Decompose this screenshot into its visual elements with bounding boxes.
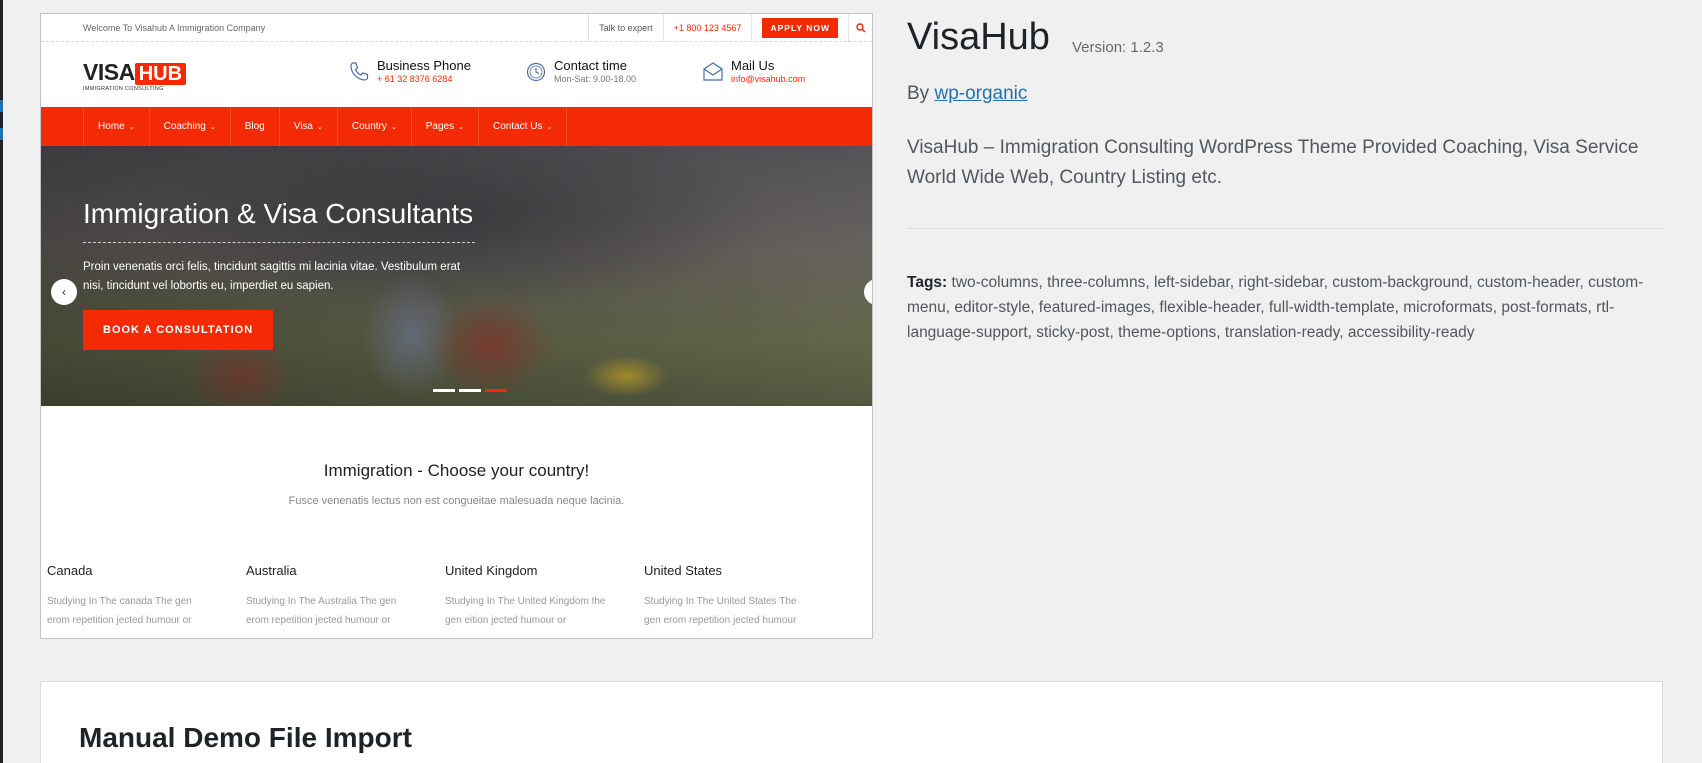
choose-country-section: Immigration - Choose your country! Fusce…: [41, 461, 872, 507]
theme-description: VisaHub – Immigration Consulting WordPre…: [907, 137, 1639, 188]
chevron-down-icon: ⌄: [458, 123, 464, 131]
nav-item-country: Country ⌄: [338, 107, 412, 146]
hero-slider: Immigration & Visa Consultants Proin ven…: [41, 146, 872, 406]
book-consultation-button: BOOK A CONSULTATION: [83, 310, 274, 350]
topbar-phone: +1 800 123 4567: [662, 14, 753, 42]
search-icon: [848, 14, 872, 42]
demo-import-title: Manual Demo File Import: [79, 722, 412, 753]
nav-item-visa: Visa ⌄: [280, 107, 338, 146]
divider: [907, 228, 1663, 229]
preview-topbar: Welcome To Visahub A Immigration Company…: [41, 14, 872, 42]
nav-item-home: Home ⌄: [83, 107, 150, 146]
choose-subheading: Fusce venenatis lectus non est congueita…: [288, 495, 625, 507]
chevron-down-icon: ⌄: [390, 123, 397, 131]
mail-icon: [701, 60, 727, 86]
country-card-canada: Canada Studying In The canada The gen er…: [47, 563, 192, 626]
business-phone-block: Business Phone + 61 32 8376 6284: [347, 58, 471, 86]
chevron-down-icon: ⌄: [317, 123, 323, 131]
admin-sidebar-edge: [0, 0, 3, 763]
slider-dot: [459, 389, 481, 392]
slider-dots: [433, 389, 507, 392]
nav-item-coaching: Coaching ⌄: [150, 107, 231, 146]
talk-to-expert: Talk to expert: [588, 14, 663, 42]
theme-version: Version: 1.2.3: [1072, 39, 1164, 56]
hero-text: Proin venenatis orci felis, tincidunt sa…: [83, 261, 461, 292]
chevron-down-icon: ⌄: [209, 123, 216, 131]
nav-item-pages: Pages ⌄: [412, 107, 479, 146]
tags-list: two-columns, three-columns, left-sidebar…: [907, 274, 1644, 341]
author-link[interactable]: wp-organic: [934, 83, 1027, 104]
preview-header: VISA HUB IMMIGRATION CONSULTING Business …: [41, 42, 872, 107]
country-card-us: United States Studying In The United Sta…: [644, 563, 797, 626]
chevron-down-icon: ⌄: [128, 123, 135, 131]
slider-dot-active: [485, 389, 507, 392]
demo-import-card: Manual Demo File Import: [40, 681, 1663, 763]
country-card-uk: United Kingdom Studying In The United Ki…: [445, 563, 606, 626]
slider-prev-icon: ‹: [51, 279, 77, 305]
admin-sidebar-indicator: [0, 100, 3, 112]
phone-icon: [347, 60, 373, 86]
nav-item-blog: Blog: [231, 107, 280, 146]
preview-nav: Home ⌄ Coaching ⌄ Blog Visa ⌄ Country ⌄ Page…: [41, 107, 872, 146]
mail-us-block: Mail Us info@visahub.com: [701, 58, 805, 86]
nav-item-contact: Contact Us ⌄: [479, 107, 568, 146]
clock-icon: [524, 60, 550, 86]
country-card-australia: Australia Studying In The Australia The …: [246, 563, 397, 626]
welcome-text: Welcome To Visahub A Immigration Company: [83, 22, 266, 33]
hero-title: Immigration & Visa Consultants: [83, 198, 474, 229]
hero-divider: [83, 242, 475, 243]
choose-heading: Immigration - Choose your country!: [323, 461, 590, 480]
theme-tags: Tags: two-columns, three-columns, left-s…: [907, 274, 1644, 341]
theme-name: VisaHub: [907, 16, 1050, 58]
slider-dot: [433, 389, 455, 392]
contact-time-block: Contact time Mon-Sat: 9.00-18.00: [524, 58, 636, 86]
theme-screenshot: Welcome To Visahub A Immigration Company…: [40, 13, 873, 639]
apply-now-button: APPLY NOW: [762, 18, 838, 38]
chevron-down-icon: ⌄: [546, 123, 553, 131]
country-list: Canada Studying In The canada The gen er…: [47, 563, 843, 630]
theme-author: By wp-organic: [907, 83, 1028, 104]
visahub-logo: VISA HUB IMMIGRATION CONSULTING: [83, 59, 187, 92]
admin-sidebar-indicator: [0, 128, 3, 140]
